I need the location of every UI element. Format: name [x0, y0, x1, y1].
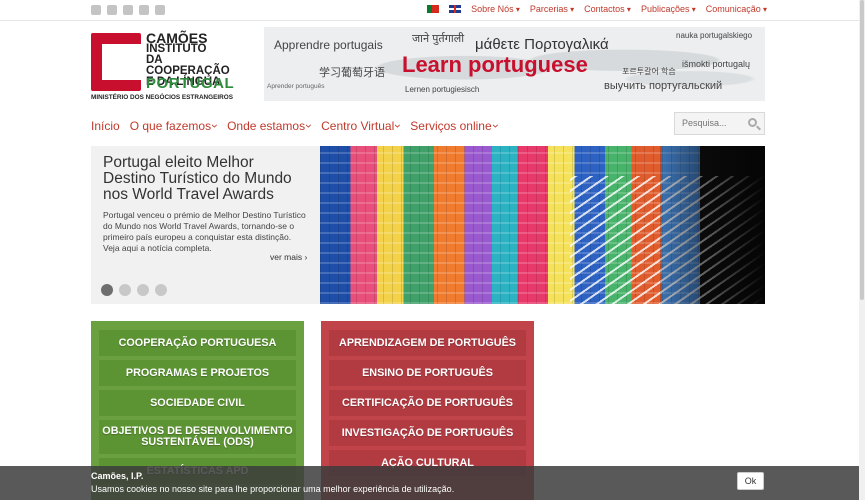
banner-word: выучить португальский: [604, 80, 723, 92]
search-icon[interactable]: [748, 118, 757, 127]
top-bar: Sobre Nós Parcerias Contactos Publicaçõe…: [0, 0, 865, 21]
nav-onde-estamos[interactable]: Onde estamos: [227, 119, 311, 133]
slide-image-tiled-facade[interactable]: [320, 146, 765, 304]
news-slider: Portugal eleito Melhor Destino Turístico…: [91, 146, 765, 304]
banner-word: nauka portugalskiego: [676, 31, 753, 40]
top-menu: Sobre Nós Parcerias Contactos Publicaçõe…: [427, 4, 767, 14]
banner-word: Apprendre portugais: [274, 38, 383, 52]
search-input[interactable]: [682, 118, 742, 128]
link-cooperacao-portuguesa[interactable]: COOPERAÇÃO PORTUGUESA: [99, 330, 296, 356]
slider-dot-3[interactable]: [137, 284, 149, 296]
slider-dot-1[interactable]: [101, 284, 113, 296]
ver-mais-link[interactable]: ver mais ›: [270, 252, 307, 262]
social-links: [91, 5, 165, 15]
menu-contactos[interactable]: Contactos: [584, 4, 631, 14]
slider-dot-4[interactable]: [155, 284, 167, 296]
learn-portuguese-banner[interactable]: Apprendre portugais जाने पुर्तगाली μάθετ…: [264, 27, 765, 101]
search-box: [674, 112, 765, 135]
twitter-icon[interactable]: [107, 5, 117, 15]
logo-line-ministerio: MINISTÉRIO DOS NEGÓCIOS ESTRANGEIROS: [91, 94, 234, 101]
cookie-title: Camões, I.P.: [91, 471, 144, 481]
cookie-ok-button[interactable]: Ok: [737, 472, 764, 490]
slider-dot-2[interactable]: [119, 284, 131, 296]
nav-inicio[interactable]: Início: [91, 119, 120, 133]
banner-word: जाने पुर्तगाली: [412, 33, 465, 45]
menu-parcerias[interactable]: Parcerias: [530, 4, 574, 14]
youtube-icon[interactable]: [123, 5, 133, 15]
nav-centro-virtual[interactable]: Centro Virtual: [321, 119, 400, 133]
banner-word: Lernen portugiesisch: [405, 85, 480, 94]
menu-publicacoes[interactable]: Publicações: [641, 4, 696, 14]
pt-flag-icon[interactable]: [427, 5, 440, 13]
nav-o-que-fazemos[interactable]: O que fazemos: [130, 119, 217, 133]
cookie-text: Usamos cookies no nosso site para lhe pr…: [91, 484, 455, 494]
link-investigacao[interactable]: INVESTIGAÇÃO DE PORTUGUÊS: [329, 420, 526, 446]
slide-text-panel: Portugal eleito Melhor Destino Turístico…: [91, 146, 320, 304]
banner-word: μάθετε Πορτογαλικά: [475, 36, 609, 53]
link-certificacao[interactable]: CERTIFICAÇÃO DE PORTUGUÊS: [329, 390, 526, 416]
logo-line-cooperacao: DA COOPERAÇÃO: [146, 54, 230, 77]
dark-shadow: [660, 146, 765, 304]
linkedin-icon[interactable]: [139, 5, 149, 15]
banner-word: 学习葡萄牙语: [319, 67, 385, 79]
slide-body: Portugal venceu o prémio de Melhor Desti…: [103, 210, 306, 253]
link-ods[interactable]: OBJETIVOS DE DESENVOLVIMENTO SUSTENTÁVEL…: [99, 420, 296, 454]
camoes-logo[interactable]: CAMÕES INSTITUTO DA COOPERAÇÃO E DA LÍNG…: [91, 31, 241, 102]
page-scrollbar[interactable]: [859, 0, 865, 500]
banner-word: išmokti portugalų: [682, 59, 751, 69]
menu-sobre-nos[interactable]: Sobre Nós: [471, 4, 520, 14]
link-sociedade-civil[interactable]: SOCIEDADE CIVIL: [99, 390, 296, 416]
link-aprendizagem[interactable]: APRENDIZAGEM DE PORTUGUÊS: [329, 330, 526, 356]
banner-word: 포르투갈어 학습: [622, 67, 676, 76]
menu-comunicacao[interactable]: Comunicação: [706, 4, 767, 14]
banner-word: Aprender português: [267, 83, 325, 90]
slider-dots: [101, 284, 167, 296]
logo-c-mark: [91, 33, 141, 91]
banner-word: Learn portuguese: [402, 52, 588, 77]
link-programas-projetos[interactable]: PROGRAMAS E PROJETOS: [99, 360, 296, 386]
logo-line-portugal: PORTUGAL: [146, 75, 235, 92]
cookie-banner: Camões, I.P. Usamos cookies no nosso sit…: [0, 466, 865, 500]
link-ensino[interactable]: ENSINO DE PORTUGUÊS: [329, 360, 526, 386]
main-nav: Início O que fazemos Onde estamos Centro…: [91, 119, 498, 133]
slide-title[interactable]: Portugal eleito Melhor Destino Turístico…: [103, 155, 308, 203]
nav-servicos-online[interactable]: Serviços online: [410, 119, 497, 133]
en-flag-icon[interactable]: [449, 5, 462, 13]
chat-icon[interactable]: [155, 5, 165, 15]
facebook-icon[interactable]: [91, 5, 101, 15]
